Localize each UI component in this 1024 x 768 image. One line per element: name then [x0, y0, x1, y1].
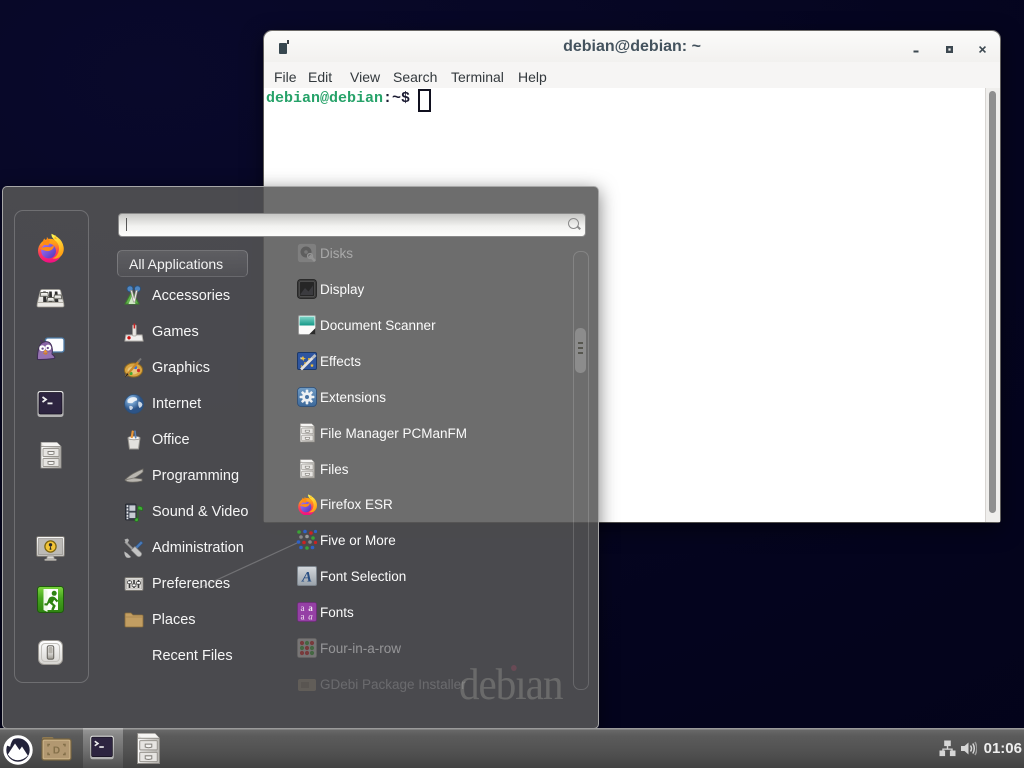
svg-text:a: a [301, 612, 305, 622]
svg-text:a: a [308, 612, 313, 622]
svg-text:D: D [53, 745, 60, 756]
svg-text:A: A [301, 570, 312, 586]
